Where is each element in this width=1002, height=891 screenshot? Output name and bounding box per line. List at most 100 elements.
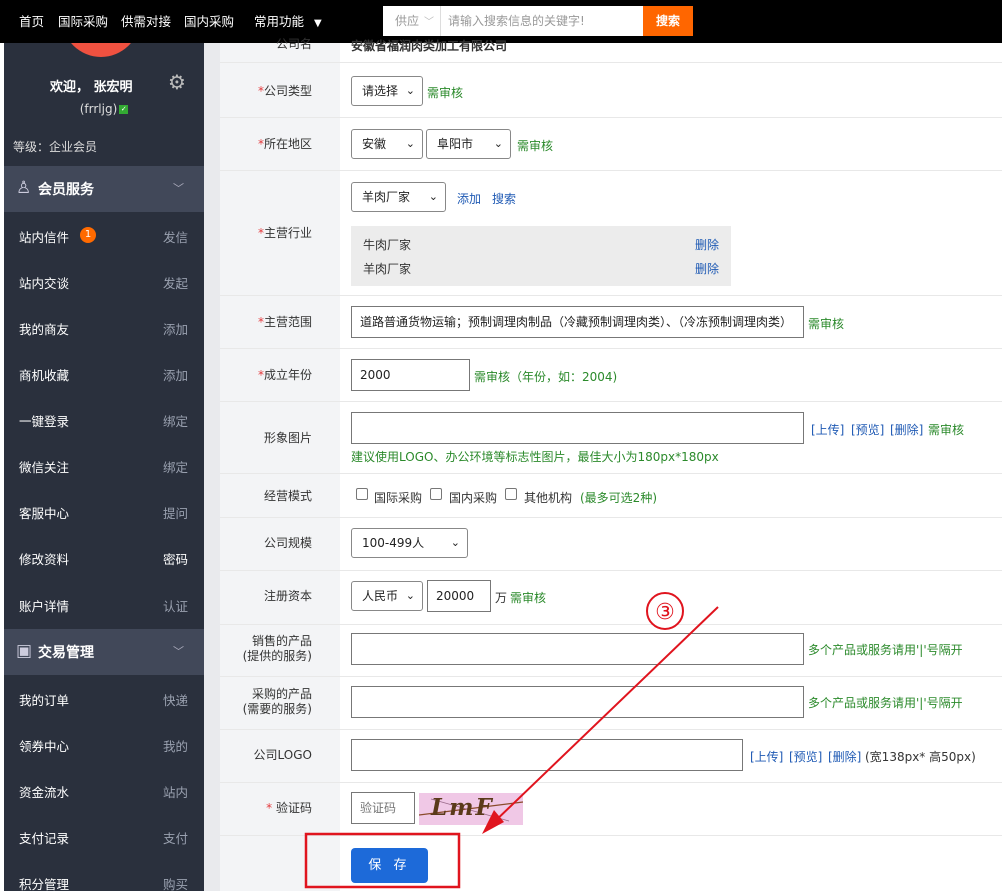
checkbox-other[interactable] (505, 488, 517, 500)
sidebar-item-action[interactable]: 发起 (163, 273, 188, 292)
sidebar-item-action[interactable]: 我的 (163, 736, 188, 755)
label-logo: 公司LOGO (220, 748, 340, 763)
delete-industry-link[interactable]: 删除 (695, 260, 719, 277)
label-text: 经营模式 (263, 489, 312, 503)
capital-amount-input[interactable]: 20000 (427, 580, 491, 612)
search-industry-link[interactable]: 搜索 (492, 190, 516, 207)
label-text: 公司名 (275, 37, 312, 51)
sidebar-item-action[interactable]: 快递 (163, 690, 188, 709)
nav-supply-demand[interactable]: 供需对接 (121, 0, 171, 43)
divider (220, 782, 1002, 783)
label-text: 验证码 (275, 801, 312, 815)
review-note: 需审核 (808, 317, 845, 331)
sidebar-item-label: 修改资料 (19, 552, 70, 567)
sidebar-item-action[interactable]: 支付 (163, 828, 188, 847)
label-text: 公司类型 (263, 84, 312, 98)
checkbox-international[interactable] (356, 488, 368, 500)
sidebar-item-orders[interactable]: 我的订单 快递 (4, 675, 204, 721)
sidebar-item-chat[interactable]: 站内交谈 发起 (4, 258, 204, 304)
review-note: 需审核 (427, 86, 464, 100)
search-category-select[interactable]: 供应 ﹀ (383, 6, 441, 36)
save-button[interactable]: 保 存 (351, 848, 428, 883)
label-text: 注册资本 (263, 589, 312, 603)
divider (220, 729, 1002, 730)
sidebar-item-action[interactable]: 绑定 (163, 411, 188, 430)
products-hint: 多个产品或服务请用'|'号隔开 (808, 643, 963, 657)
sidebar-item-favorites[interactable]: 商机收藏 添加 (4, 350, 204, 396)
section-member-services[interactable]: ♙ 会员服务 ﹀ (4, 166, 204, 212)
search-button[interactable]: 搜索 (643, 6, 693, 36)
delete-link[interactable]: [删除] (828, 748, 861, 765)
nav-home[interactable]: 首页 (19, 0, 44, 43)
sidebar-item-label: 领券中心 (19, 739, 70, 754)
products-sell-input[interactable] (351, 633, 804, 665)
sidebar-item-wechat[interactable]: 微信关注 绑定 (4, 442, 204, 488)
captcha-image[interactable]: LmF (419, 793, 523, 825)
welcome-text: 欢迎， 张宏明 (50, 80, 133, 95)
nav-international-purchase[interactable]: 国际采购 (58, 0, 108, 43)
select-value: 安徽 (362, 137, 387, 151)
preview-link[interactable]: [预览] (851, 421, 884, 438)
sidebar-item-support[interactable]: 客服中心 提问 (4, 488, 204, 534)
sidebar-item-label: 微信关注 (19, 460, 70, 475)
gear-icon[interactable]: ⚙ (168, 70, 186, 94)
delete-link[interactable]: [删除] (890, 421, 923, 438)
sidebar-item-edit-profile[interactable]: 修改资料 密码 (4, 534, 204, 580)
divider (220, 624, 1002, 625)
checkbox-domestic[interactable] (430, 488, 442, 500)
select-value: 羊肉厂家 (362, 190, 411, 204)
image-input[interactable] (351, 412, 804, 444)
sidebar-item-payments[interactable]: 支付记录 支付 (4, 813, 204, 859)
sidebar-item-action[interactable]: 添加 (163, 319, 188, 338)
sidebar-item-account[interactable]: 账户详情 认证 (4, 581, 204, 627)
sidebar-item-messages[interactable]: 站内信件 1 发信 (4, 212, 204, 258)
section-trade-management[interactable]: ▣ 交易管理 ﹀ (4, 629, 204, 675)
sidebar-item-action[interactable]: 提问 (163, 503, 188, 522)
business-scope-input[interactable]: 道路普通货物运输；预制调理肉制品（冷藏预制调理肉类）、（冷冻预制调理肉类） (351, 306, 804, 338)
company-size-select[interactable]: 100-499人 ⌄ (351, 528, 468, 558)
sidebar-item-action[interactable]: 购买 (163, 874, 188, 891)
city-select[interactable]: 阜阳市 ⌄ (426, 129, 511, 159)
label-image: 形象图片 (220, 431, 340, 446)
review-note: 需审核 (517, 139, 554, 153)
sidebar-item-label: 支付记录 (19, 831, 70, 846)
products-buy-input[interactable] (351, 686, 804, 718)
company-type-select[interactable]: 请选择 ⌄ (351, 76, 423, 106)
search-input[interactable] (442, 6, 642, 36)
upload-link[interactable]: [上传] (750, 748, 783, 765)
sidebar-item-one-click-login[interactable]: 一键登录 绑定 (4, 396, 204, 442)
captcha-input[interactable] (351, 792, 415, 824)
upload-link[interactable]: [上传] (811, 421, 844, 438)
sidebar-item-coupons[interactable]: 领券中心 我的 (4, 721, 204, 767)
sidebar-item-action[interactable]: 密码 (163, 549, 188, 568)
sidebar-item-action[interactable]: 发信 (163, 227, 188, 246)
delete-industry-link[interactable]: 删除 (695, 236, 719, 253)
sidebar-item-action[interactable]: 添加 (163, 365, 188, 384)
sidebar-item-friends[interactable]: 我的商友 添加 (4, 304, 204, 350)
profile-form: 公司名 安徽省福润肉类加工有限公司 *公司类型 请选择 ⌄ 需审核 *所在地区 安… (204, 37, 1002, 891)
sidebar-item-label: 账户详情 (19, 599, 70, 614)
sidebar-item-label: 资金流水 (19, 785, 70, 800)
logo-input[interactable] (351, 739, 743, 771)
checkbox-label: 国内采购 (449, 491, 498, 505)
avatar[interactable] (62, 43, 140, 57)
preview-link[interactable]: [预览] (789, 748, 822, 765)
add-industry-link[interactable]: 添加 (457, 190, 481, 207)
label-subtext: (提供的服务) (242, 649, 312, 663)
currency-select[interactable]: 人民币 ⌄ (351, 581, 423, 611)
label-text: 主营范围 (263, 315, 312, 329)
sidebar-item-action[interactable]: 绑定 (163, 457, 188, 476)
industry-select[interactable]: 羊肉厂家 ⌄ (351, 182, 446, 212)
sidebar-item-points[interactable]: 积分管理 购买 (4, 859, 204, 891)
sidebar-item-cash-flow[interactable]: 资金流水 站内 (4, 767, 204, 813)
label-text: 采购的产品 (251, 687, 312, 701)
sidebar-item-action[interactable]: 站内 (163, 782, 188, 801)
member-level: 等级：企业会员 (13, 140, 98, 154)
founded-year-input[interactable]: 2000 (351, 359, 470, 391)
content-gutter (204, 43, 220, 891)
select-value: 100-499人 (362, 536, 425, 550)
divider (220, 401, 1002, 402)
sidebar-item-action[interactable]: 认证 (163, 596, 188, 615)
divider (220, 62, 1002, 63)
province-select[interactable]: 安徽 ⌄ (351, 129, 423, 159)
